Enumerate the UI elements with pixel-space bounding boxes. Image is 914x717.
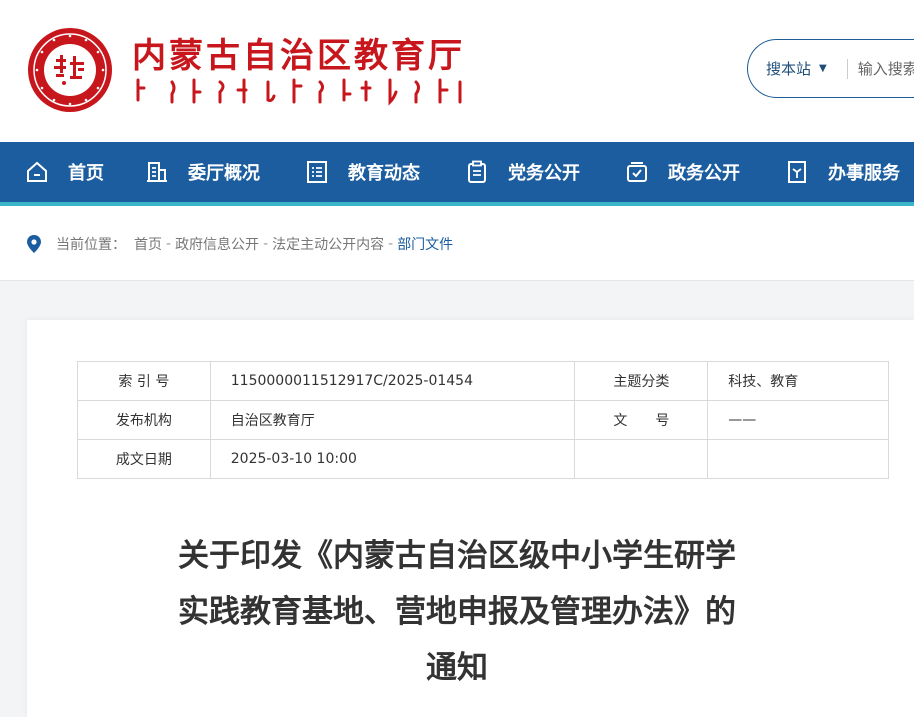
nav-underline	[0, 202, 914, 206]
chevron-down-icon: ▼	[819, 63, 827, 74]
index-no-value: 1150000011512917C/2025-01454	[209, 361, 576, 401]
index-no-label: 索 引 号	[77, 361, 211, 401]
nav-item-label: 政务公开	[668, 163, 740, 184]
breadcrumb-current[interactable]: 部门文件	[397, 234, 453, 254]
topic-value: 科技、教育	[707, 361, 889, 401]
nav-item-government-affairs[interactable]: 政务公开	[626, 142, 740, 202]
publisher-value: 自治区教育厅	[209, 400, 576, 440]
document-meta-table: 索 引 号 1150000011512917C/2025-01454 主题分类 …	[77, 361, 889, 479]
topic-label: 主题分类	[574, 361, 709, 401]
clipboard-icon	[468, 160, 486, 183]
home-icon	[27, 161, 47, 182]
document-title: 关于印发《内蒙古自治区级中小学生研学 实践教育基地、营地申报及管理办法》的 通知	[140, 528, 774, 696]
emblem-seal-logo[interactable]	[26, 26, 114, 114]
empty-cell	[707, 439, 889, 479]
main-nav: 首页 委厅概况 教育动态 党务公开 政务公开 办事服务	[0, 142, 914, 206]
site-title[interactable]: 内蒙古自治区教育厅	[132, 28, 465, 77]
nav-item-party-affairs[interactable]: 党务公开	[466, 142, 580, 202]
doc-no-value: ——	[707, 400, 889, 440]
document-title-line: 实践教育基地、营地申报及管理办法》的	[178, 594, 736, 630]
mongolian-script-logo	[136, 78, 462, 106]
search-scope-label: 搜本站	[766, 60, 812, 78]
table-row: 成文日期 2025-03-10 10:00	[77, 439, 889, 479]
nav-item-label: 首页	[68, 163, 104, 184]
breadcrumb-separator: -	[263, 236, 269, 252]
breadcrumb-home[interactable]: 首页	[134, 234, 162, 254]
search-scope-dropdown[interactable]: 搜本站 ▼	[748, 58, 827, 79]
location-pin-icon	[27, 235, 41, 253]
nav-item-home[interactable]: 首页	[26, 142, 104, 206]
breadcrumb: 当前位置： 首页 - 政府信息公开 - 法定主动公开内容 - 部门文件	[26, 232, 453, 256]
tray-check-icon	[627, 162, 647, 182]
site-header: 内蒙古自治区教育厅 搜本站 ▼	[0, 0, 914, 142]
publisher-label: 发布机构	[77, 400, 211, 440]
service-doc-icon	[788, 161, 806, 183]
date-label: 成文日期	[77, 439, 211, 479]
breadcrumb-separator: -	[166, 236, 172, 252]
table-row: 发布机构 自治区教育厅 文 号 ——	[77, 400, 889, 440]
nav-item-label: 教育动态	[348, 163, 420, 184]
nav-item-label: 党务公开	[508, 163, 580, 184]
table-row: 索 引 号 1150000011512917C/2025-01454 主题分类 …	[77, 361, 889, 401]
document-title-line: 通知	[426, 650, 488, 686]
search-input[interactable]	[857, 59, 914, 78]
doc-no-label: 文 号	[574, 400, 709, 440]
building-icon	[147, 162, 167, 182]
nav-item-label: 办事服务	[828, 163, 900, 184]
nav-item-services[interactable]: 办事服务	[786, 142, 900, 202]
empty-cell	[574, 439, 709, 479]
search-box: 搜本站 ▼	[747, 39, 914, 98]
breadcrumb-gov-info[interactable]: 政府信息公开	[175, 234, 259, 254]
nav-item-overview[interactable]: 委厅概况	[146, 142, 260, 202]
nav-item-education-news[interactable]: 教育动态	[306, 142, 420, 202]
breadcrumb-statutory[interactable]: 法定主动公开内容	[272, 234, 384, 254]
breadcrumb-prefix: 当前位置：	[56, 237, 126, 253]
search-divider	[846, 58, 848, 79]
date-value: 2025-03-10 10:00	[209, 439, 576, 479]
document-title-line: 关于印发《内蒙古自治区级中小学生研学	[178, 538, 736, 574]
list-doc-icon	[307, 161, 327, 183]
breadcrumb-separator: -	[388, 236, 394, 252]
nav-item-label: 委厅概况	[188, 163, 260, 184]
